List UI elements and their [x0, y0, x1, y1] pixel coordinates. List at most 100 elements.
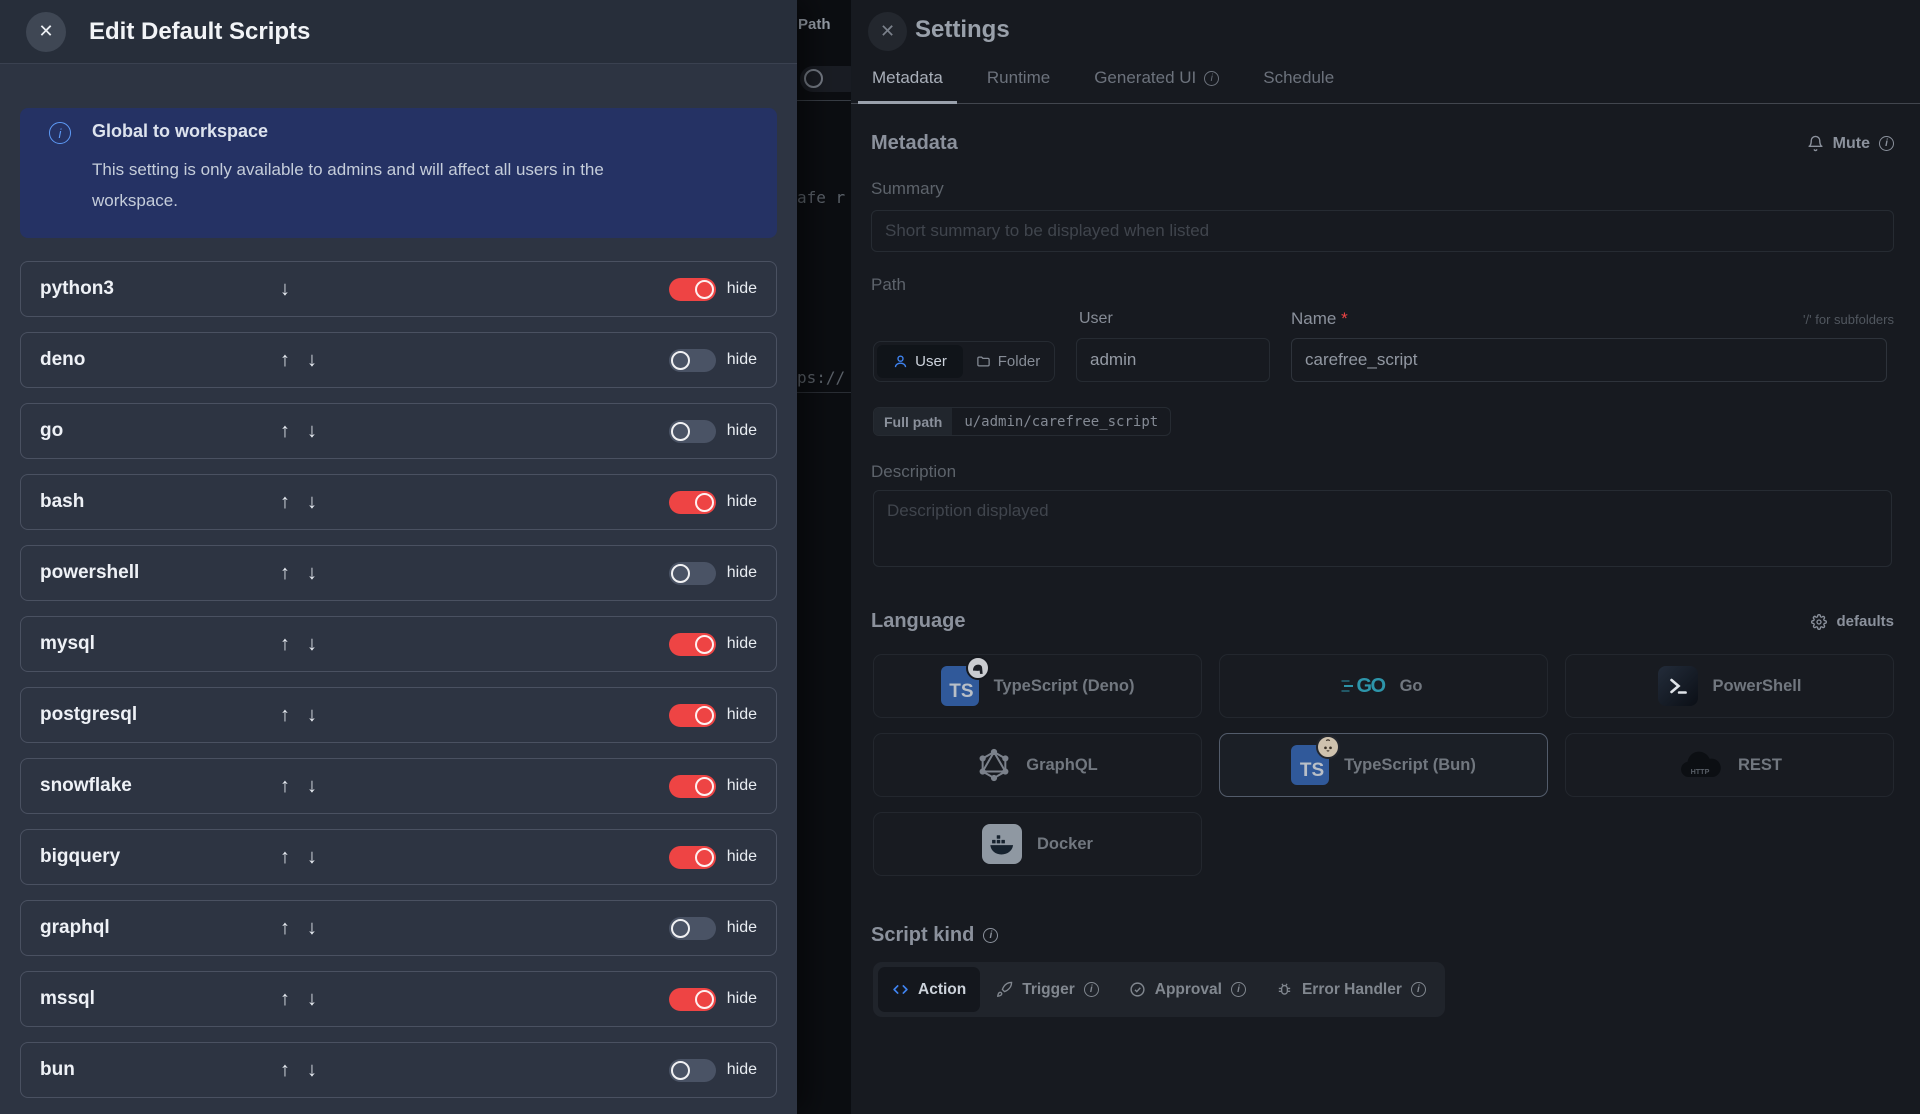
rocket-icon — [996, 981, 1013, 998]
up-arrow-button[interactable]: ↑ — [280, 421, 290, 441]
language-typescript-bun[interactable]: TS TypeScript (Bun) — [1219, 733, 1548, 797]
script-kind-approval[interactable]: Approval i — [1115, 967, 1260, 1012]
svg-text:HTTP: HTTP — [1691, 768, 1710, 776]
up-arrow-button[interactable]: ↑ — [280, 989, 290, 1009]
hide-toggle[interactable] — [668, 490, 716, 514]
reorder-arrows: ↑ ↓ — [280, 776, 370, 796]
info-icon: i — [983, 928, 999, 943]
code-icon — [892, 981, 909, 998]
user-field-label: User — [1079, 310, 1113, 327]
down-arrow-button[interactable]: ↓ — [307, 1060, 317, 1080]
reorder-arrows: ↑ ↓ — [280, 847, 370, 867]
hide-toggle[interactable] — [668, 774, 716, 798]
tab-label: Schedule — [1263, 68, 1335, 87]
tab-metadata[interactable]: Metadata — [858, 53, 957, 104]
edit-scripts-close-button[interactable]: ✕ — [26, 11, 66, 52]
tab-schedule[interactable]: Schedule — [1249, 53, 1348, 103]
script-kind-action[interactable]: Action — [878, 967, 981, 1012]
language-docker[interactable]: Docker — [873, 812, 1202, 876]
owner-kind-toggle: User Folder — [873, 341, 1055, 382]
hide-toggle-label: hide — [726, 777, 757, 794]
tab-runtime[interactable]: Runtime — [973, 53, 1064, 103]
reorder-arrows: ↓ — [280, 279, 370, 299]
hide-toggle[interactable] — [668, 632, 716, 656]
owner-kind-label: Folder — [997, 353, 1041, 370]
owner-kind-folder[interactable]: Folder — [965, 345, 1051, 378]
mute-button[interactable]: Mute i — [1807, 135, 1894, 153]
toggle-knob — [694, 279, 714, 299]
toggle-knob — [694, 705, 714, 725]
typescript-deno-icon: TS — [940, 656, 990, 706]
down-arrow-button[interactable]: ↓ — [307, 492, 317, 512]
settings-drawer: ✕ Settings Metadata Runtime Generated UI i S… — [851, 0, 1920, 1114]
go-icon: GO — [1344, 675, 1386, 698]
summary-input[interactable] — [871, 210, 1894, 252]
language-rest-http[interactable]: HTTP REST — [1565, 733, 1894, 797]
hide-toggle[interactable] — [668, 561, 716, 585]
language-option-label: PowerShell — [1712, 676, 1802, 695]
language-powershell[interactable]: PowerShell — [1565, 654, 1894, 718]
script-language-name: go — [40, 420, 64, 441]
typescript-icon: TS — [1291, 735, 1341, 785]
down-arrow-button[interactable]: ↓ — [307, 421, 317, 441]
down-arrow-button[interactable]: ↓ — [307, 563, 317, 583]
hide-toggle[interactable] — [668, 703, 716, 727]
down-arrow-button[interactable]: ↓ — [307, 989, 317, 1009]
tab-generated-ui[interactable]: Generated UI i — [1080, 53, 1233, 103]
down-arrow-button[interactable]: ↓ — [307, 634, 317, 654]
language-go[interactable]: GO Go — [1219, 654, 1548, 718]
script-kind-label: Approval — [1154, 980, 1222, 998]
hide-toggle[interactable] — [668, 277, 716, 301]
language-heading: Language — [871, 610, 966, 632]
tab-label: Runtime — [986, 68, 1051, 87]
hide-toggle[interactable] — [668, 419, 716, 443]
down-arrow-button[interactable]: ↓ — [280, 279, 290, 299]
hide-toggle[interactable] — [668, 987, 716, 1011]
up-arrow-button[interactable]: ↑ — [280, 350, 290, 370]
description-label: Description — [871, 462, 957, 481]
language-option-label: GraphQL — [1026, 755, 1098, 774]
hide-toggle[interactable] — [668, 1058, 716, 1082]
language-option-label: Go — [1399, 676, 1423, 695]
settings-close-button[interactable]: ✕ — [868, 12, 907, 51]
up-arrow-button[interactable]: ↑ — [280, 705, 290, 725]
script-kind-trigger[interactable]: Trigger i — [982, 967, 1113, 1012]
down-arrow-button[interactable]: ↓ — [307, 705, 317, 725]
hide-toggle-label: hide — [726, 990, 757, 1007]
info-icon: i — [1410, 982, 1426, 997]
hide-toggle[interactable] — [668, 845, 716, 869]
script-language-row: powershell ↑ ↓ hide — [20, 545, 777, 601]
up-arrow-button[interactable]: ↑ — [280, 1060, 290, 1080]
metadata-heading: Metadata — [871, 132, 958, 154]
language-graphql[interactable]: GraphQL — [873, 733, 1202, 797]
script-language-name: powershell — [40, 562, 140, 583]
language-defaults-button[interactable]: defaults — [1811, 613, 1894, 630]
script-language-name: mssql — [40, 988, 95, 1009]
banner-body: This setting is only available to admins… — [92, 160, 604, 210]
script-language-row: graphql ↑ ↓ hide — [20, 900, 777, 956]
down-arrow-button[interactable]: ↓ — [307, 350, 317, 370]
language-typescript-deno[interactable]: TS TypeScript (Deno) — [873, 654, 1202, 718]
up-arrow-button[interactable]: ↑ — [280, 492, 290, 512]
down-arrow-button[interactable]: ↓ — [307, 776, 317, 796]
up-arrow-button[interactable]: ↑ — [280, 847, 290, 867]
up-arrow-button[interactable]: ↑ — [280, 918, 290, 938]
script-kind-error-handler[interactable]: Error Handler i — [1262, 967, 1440, 1012]
owner-kind-user[interactable]: User — [877, 345, 963, 378]
up-arrow-button[interactable]: ↑ — [280, 776, 290, 796]
hide-toggle[interactable] — [668, 916, 716, 940]
hide-toggle-label: hide — [726, 564, 757, 581]
name-input[interactable] — [1291, 338, 1887, 382]
description-textarea[interactable] — [873, 490, 1892, 567]
settings-title: Settings — [915, 16, 1010, 43]
up-arrow-button[interactable]: ↑ — [280, 563, 290, 583]
bun-icon — [1316, 735, 1341, 759]
up-arrow-button[interactable]: ↑ — [280, 634, 290, 654]
user-input[interactable] — [1076, 338, 1270, 382]
script-language-name: snowflake — [40, 775, 132, 796]
down-arrow-button[interactable]: ↓ — [307, 847, 317, 867]
hide-toggle[interactable] — [668, 348, 716, 372]
toggle-knob — [670, 421, 690, 441]
down-arrow-button[interactable]: ↓ — [307, 918, 317, 938]
bell-icon — [1807, 135, 1824, 152]
